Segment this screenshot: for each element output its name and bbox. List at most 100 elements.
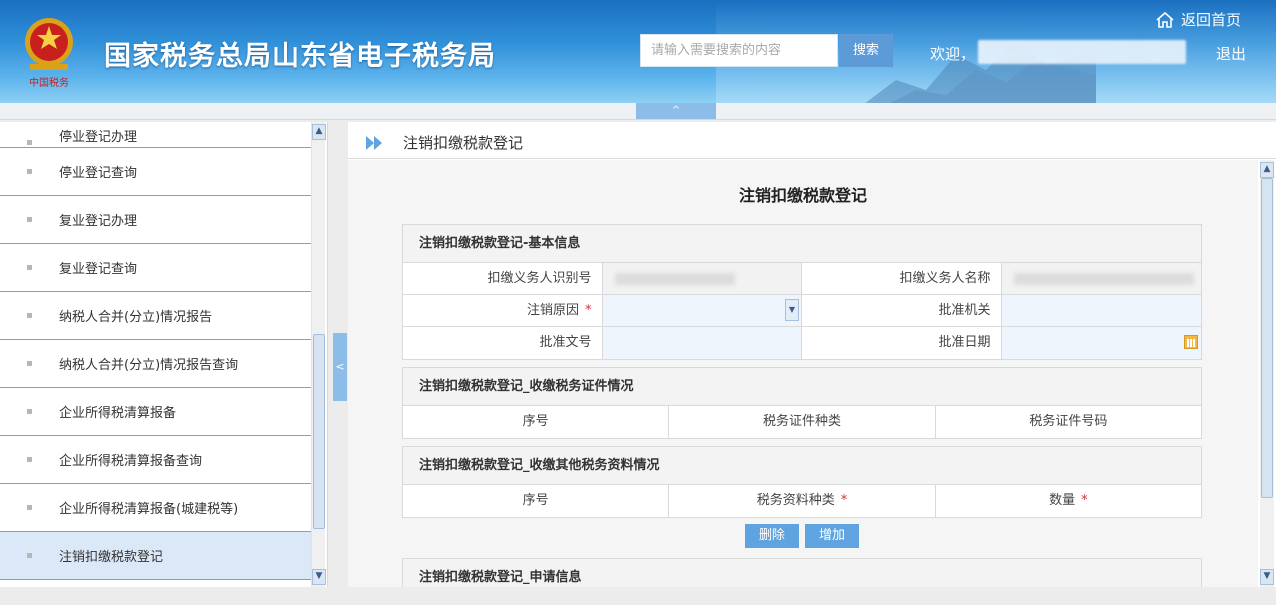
- sidebar-item-label: 企业所得税清算报备(城建税等): [59, 502, 239, 517]
- sidebar-item-merger-report-query[interactable]: 纳税人合并(分立)情况报告查询: [0, 340, 311, 388]
- search-input[interactable]: [640, 34, 838, 67]
- search-button[interactable]: 搜索: [839, 34, 893, 67]
- approval-doc-label: 批准文号: [403, 327, 603, 359]
- approval-date-label: 批准日期: [802, 327, 1002, 359]
- chevron-down-icon[interactable]: ▼: [785, 299, 799, 321]
- approval-org-label: 批准机关: [802, 295, 1002, 326]
- apply-info-panel: 注销扣缴税款登记_申请信息: [402, 558, 1202, 587]
- sidebar-item-label: 纳税人合并(分立)情况报告: [59, 310, 213, 325]
- home-link-label: 返回首页: [1181, 11, 1242, 29]
- form-content: 注销扣缴税款登记 注销扣缴税款登记-基本信息 扣缴义务人识别号 扣缴义务人名称 …: [348, 160, 1258, 587]
- column-doc-type-text: 税务资料种类: [756, 493, 835, 508]
- redacted-value: [1013, 273, 1194, 285]
- bullet-icon: [27, 265, 32, 270]
- column-seq: 序号: [403, 406, 670, 438]
- sidebar-item-label: 复业登记办理: [59, 214, 138, 229]
- logout-link[interactable]: 退出: [1216, 43, 1246, 64]
- header-banner: 中国税务 国家税务总局山东省电子税务局 搜索 欢迎， 退出 返回首页: [0, 0, 1276, 103]
- column-quantity: 数量 *: [936, 485, 1201, 517]
- sidebar-item-merger-report[interactable]: 纳税人合并(分立)情况报告: [0, 292, 311, 340]
- sidebar-scrollbar[interactable]: ▲ ▼: [311, 122, 326, 587]
- scroll-up-icon[interactable]: ▲: [312, 124, 326, 140]
- withholder-name-field: [1001, 263, 1201, 294]
- sidebar-item-suspension-query[interactable]: 停业登记查询: [0, 148, 311, 196]
- bullet-icon: [27, 313, 32, 318]
- other-docs-panel: 注销扣缴税款登记_收缴其他税务资料情况 序号 税务资料种类 * 数量 *: [402, 446, 1202, 518]
- sidebar-item-label: 企业所得税清算报备: [59, 406, 177, 421]
- calendar-icon[interactable]: [1184, 335, 1198, 349]
- sidebar-collapse-button[interactable]: <: [333, 333, 347, 401]
- sidebar-item-withholding-cancel[interactable]: 注销扣缴税款登记: [0, 532, 311, 580]
- add-button[interactable]: 增加: [805, 524, 860, 548]
- site-title: 国家税务总局山东省电子税务局: [104, 41, 496, 72]
- sidebar-item-label: 复业登记查询: [59, 262, 138, 277]
- bullet-icon: [27, 409, 32, 414]
- sidebar-item-label: 停业登记办理: [59, 130, 138, 145]
- reason-label-text: 注销原因: [527, 303, 580, 318]
- svg-text:中国税务: 中国税务: [29, 76, 69, 89]
- main-panel: 注销扣缴税款登记 注销扣缴税款登记 注销扣缴税款登记-基本信息 扣缴义务人识别号…: [348, 122, 1276, 587]
- form-title: 注销扣缴税款登记: [738, 186, 867, 205]
- sidebar-item-resumption-apply[interactable]: 复业登记办理: [0, 196, 311, 244]
- double-arrow-icon: [366, 136, 382, 150]
- apply-info-heading: 注销扣缴税款登记_申请信息: [403, 559, 1201, 587]
- home-icon: [1156, 11, 1174, 28]
- basic-info-panel: 注销扣缴税款登记-基本信息 扣缴义务人识别号 扣缴义务人名称 注销原因 * ▼ 批…: [402, 224, 1202, 360]
- approval-date-input[interactable]: [1001, 327, 1201, 359]
- bullet-icon: [27, 361, 32, 366]
- form-row: 批准文号 批准日期: [403, 327, 1201, 359]
- withholder-name-label: 扣缴义务人名称: [802, 263, 1002, 294]
- approval-org-input[interactable]: [1001, 295, 1201, 326]
- required-mark: *: [585, 303, 592, 318]
- row-actions: 删除 增加: [402, 524, 1202, 548]
- bullet-icon: [27, 505, 32, 510]
- scroll-down-icon[interactable]: ▼: [1260, 569, 1274, 585]
- column-doc-type: 税务资料种类 *: [669, 485, 936, 517]
- bullet-icon: [27, 169, 32, 174]
- username-redacted: [978, 40, 1186, 64]
- sidebar-item-liquidation-filing[interactable]: 企业所得税清算报备: [0, 388, 311, 436]
- column-seq: 序号: [403, 485, 670, 517]
- main-scrollbar[interactable]: ▲ ▼: [1260, 160, 1274, 587]
- form-row: 注销原因 * ▼ 批准机关: [403, 295, 1201, 327]
- bullet-icon: [27, 217, 32, 222]
- sidebar-item-label: 注销扣缴税款登记: [59, 550, 164, 565]
- reason-select[interactable]: ▼: [602, 295, 802, 326]
- withholder-id-field: [602, 263, 802, 294]
- sidebar-menu: 停业登记办理 停业登记查询 复业登记办理 复业登记查询 纳税人合并(分立)情况报…: [0, 122, 328, 587]
- sidebar-item-suspension-apply[interactable]: 停业登记办理: [0, 122, 311, 148]
- national-emblem-icon: 中国税务: [25, 18, 73, 89]
- redacted-value: [614, 273, 735, 285]
- sidebar-item-label: 纳税人合并(分立)情况报告查询: [59, 358, 239, 373]
- certificates-heading: 注销扣缴税款登记_收缴税务证件情况: [403, 368, 1201, 406]
- bullet-icon: [27, 553, 32, 558]
- basic-info-heading: 注销扣缴税款登记-基本信息: [403, 225, 1201, 263]
- collapse-header-button[interactable]: ^: [636, 103, 716, 119]
- sidebar-item-liquidation-query[interactable]: 企业所得税清算报备查询: [0, 436, 311, 484]
- other-docs-header-row: 序号 税务资料种类 * 数量 *: [403, 485, 1201, 517]
- home-link[interactable]: 返回首页: [1155, 9, 1241, 30]
- bullet-icon: [27, 457, 32, 462]
- delete-button[interactable]: 删除: [744, 524, 799, 548]
- breadcrumb-title: 注销扣缴税款登记: [403, 134, 524, 152]
- sidebar-item-label: 企业所得税清算报备查询: [59, 454, 203, 469]
- scroll-up-icon[interactable]: ▲: [1260, 162, 1274, 178]
- form-row: 扣缴义务人识别号 扣缴义务人名称: [403, 263, 1201, 295]
- main-scroll-thumb[interactable]: [1261, 178, 1273, 498]
- sidebar-item-resumption-query[interactable]: 复业登记查询: [0, 244, 311, 292]
- column-cert-type: 税务证件种类: [669, 406, 936, 438]
- certificates-panel: 注销扣缴税款登记_收缴税务证件情况 序号 税务证件种类 税务证件号码: [402, 367, 1202, 439]
- welcome-text: 欢迎，: [930, 45, 976, 63]
- bullet-icon: [27, 140, 32, 145]
- other-docs-heading: 注销扣缴税款登记_收缴其他税务资料情况: [403, 447, 1201, 485]
- withholder-id-label: 扣缴义务人识别号: [403, 263, 603, 294]
- required-mark: *: [840, 493, 848, 508]
- certificates-header-row: 序号 税务证件种类 税务证件号码: [403, 406, 1201, 438]
- reason-label: 注销原因 *: [403, 295, 603, 326]
- approval-doc-input[interactable]: [602, 327, 802, 359]
- sidebar-item-label: 停业登记查询: [59, 166, 138, 181]
- sidebar-scroll-thumb[interactable]: [313, 334, 325, 529]
- scroll-down-icon[interactable]: ▼: [312, 569, 326, 585]
- column-cert-number: 税务证件号码: [1029, 414, 1108, 429]
- sidebar-item-liquidation-urban[interactable]: 企业所得税清算报备(城建税等): [0, 484, 311, 532]
